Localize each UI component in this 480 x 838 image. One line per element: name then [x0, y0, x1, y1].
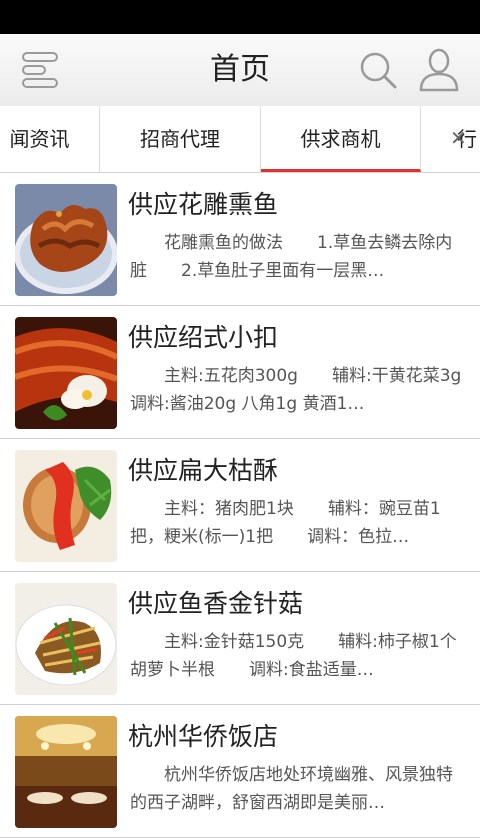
item-title: 杭州华侨饭店 — [128, 722, 279, 751]
search-icon[interactable] — [358, 50, 398, 90]
list-item[interactable]: 供应鱼香金针菇 主料:金针菇150克 辅料:柿子椒1个 胡萝卜半根 调料:食盐适… — [0, 572, 480, 705]
item-description: 主料：猪肉肥1块 辅料：豌豆苗1把，粳米(标一)1把 调料：色拉… — [130, 499, 441, 547]
list-item[interactable]: 杭州华侨饭店 杭州华侨饭店地处环境幽雅、风景独特的西子湖畔，舒窗西湖即是美丽… — [0, 705, 480, 838]
item-title: 供应绍式小扣 — [128, 323, 279, 352]
item-title: 供应扁大枯酥 — [128, 456, 279, 485]
tab-franchise[interactable]: 招商代理 — [100, 106, 261, 172]
item-description: 主料:五花肉300g 辅料:干黄花菜3g 调料:酱油20g 八角1g 黄酒1… — [130, 366, 468, 414]
item-title: 供应鱼香金针菇 — [128, 589, 304, 618]
category-tabs: 闻资讯 招商代理 供求商机 行 ✕ — [0, 106, 480, 173]
list-item[interactable]: 供应花雕熏鱼 花雕熏鱼的做法 1.草鱼去鳞去除内脏 2.草鱼肚子里面有一层黑… — [0, 173, 480, 306]
food-image — [15, 317, 117, 429]
item-description: 杭州华侨饭店地处环境幽雅、风景独特的西子湖畔，舒窗西湖即是美丽… — [130, 765, 453, 813]
user-icon[interactable] — [418, 48, 460, 92]
item-description: 主料:金针菇150克 辅料:柿子椒1个 胡萝卜半根 调料:食盐适量… — [130, 632, 457, 680]
item-title: 供应花雕熏鱼 — [128, 190, 279, 219]
tab-supply-demand[interactable]: 供求商机 — [261, 106, 421, 172]
food-image — [15, 184, 117, 296]
status-bar — [0, 0, 480, 34]
close-icon[interactable]: ✕ — [450, 126, 467, 150]
app-header: 首页 — [0, 34, 480, 107]
restaurant-image — [15, 716, 117, 828]
item-description: 花雕熏鱼的做法 1.草鱼去鳞去除内脏 2.草鱼肚子里面有一层黑… — [130, 233, 453, 281]
food-image — [15, 450, 117, 562]
food-image — [15, 583, 117, 695]
product-list: 供应花雕熏鱼 花雕熏鱼的做法 1.草鱼去鳞去除内脏 2.草鱼肚子里面有一层黑… … — [0, 173, 480, 838]
page-title: 首页 — [210, 52, 270, 87]
list-item[interactable]: 供应扁大枯酥 主料：猪肉肥1块 辅料：豌豆苗1把，粳米(标一)1把 调料：色拉… — [0, 439, 480, 572]
list-item[interactable]: 供应绍式小扣 主料:五花肉300g 辅料:干黄花菜3g 调料:酱油20g 八角1… — [0, 306, 480, 439]
tab-news[interactable]: 闻资讯 — [0, 106, 100, 172]
